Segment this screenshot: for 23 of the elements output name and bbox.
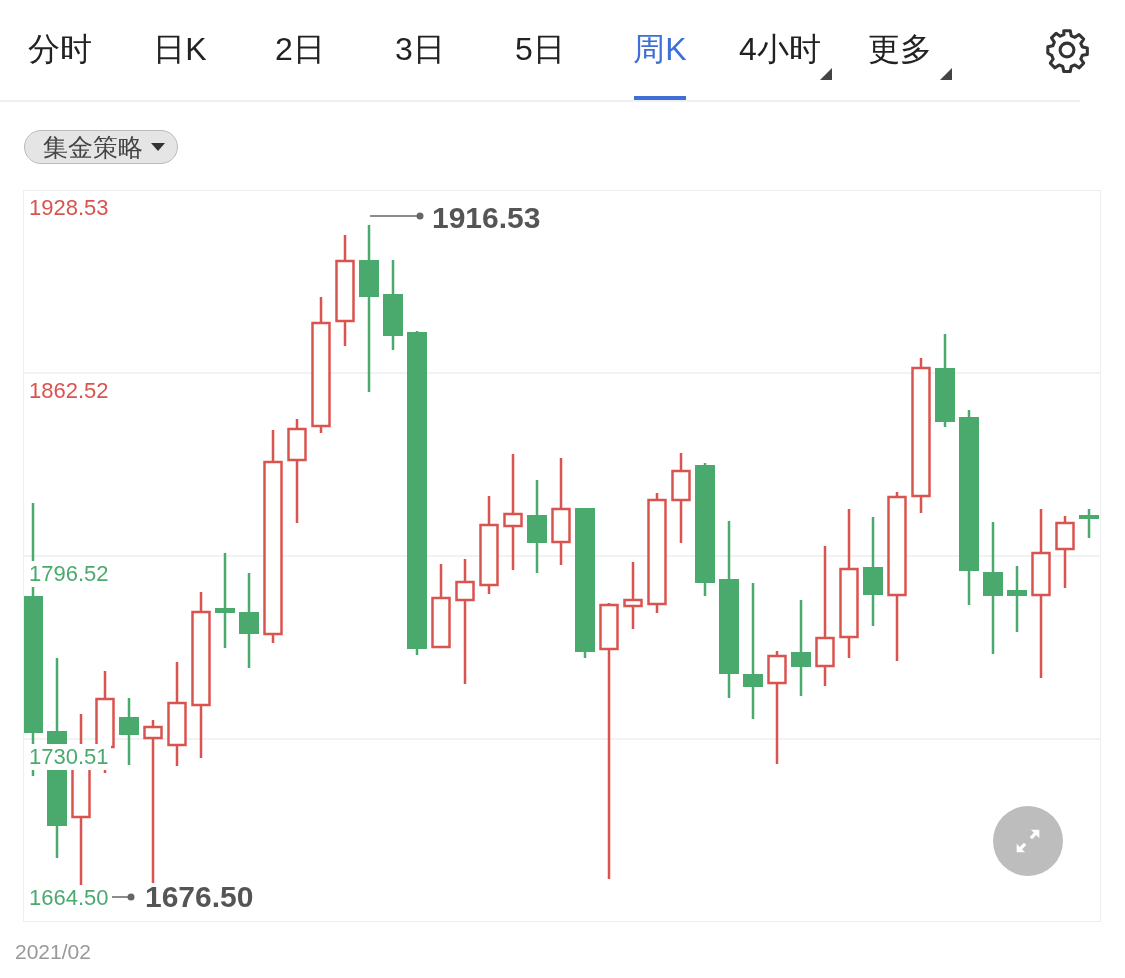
tab[interactable]: 5日	[480, 0, 600, 100]
tab[interactable]: 周K	[600, 0, 720, 100]
leader-line	[369, 212, 424, 220]
candlestick	[1079, 509, 1099, 538]
axis-label: 1796.52	[27, 561, 111, 587]
tab[interactable]: 分时	[0, 0, 120, 100]
price-label: 1676.50	[145, 880, 254, 914]
candlestick	[623, 562, 643, 629]
settings-icon[interactable]	[1044, 27, 1090, 73]
date-label: 2021/02	[15, 940, 92, 964]
axis-label: 1730.51	[27, 744, 111, 770]
leader-line	[111, 893, 135, 901]
candlestick	[1055, 516, 1075, 588]
caret-icon	[151, 142, 165, 152]
tab[interactable]: 更多	[840, 0, 960, 100]
candlestick	[119, 698, 139, 765]
candlestick	[1007, 566, 1027, 632]
tab[interactable]: 日K	[120, 0, 240, 100]
price-label: 1916.53	[432, 201, 541, 235]
tab[interactable]: 4小时	[720, 0, 840, 100]
tab[interactable]: 3日	[360, 0, 480, 100]
tab[interactable]: 2日	[240, 0, 360, 100]
strategy-dropdown[interactable]: 集金策略	[24, 130, 178, 164]
